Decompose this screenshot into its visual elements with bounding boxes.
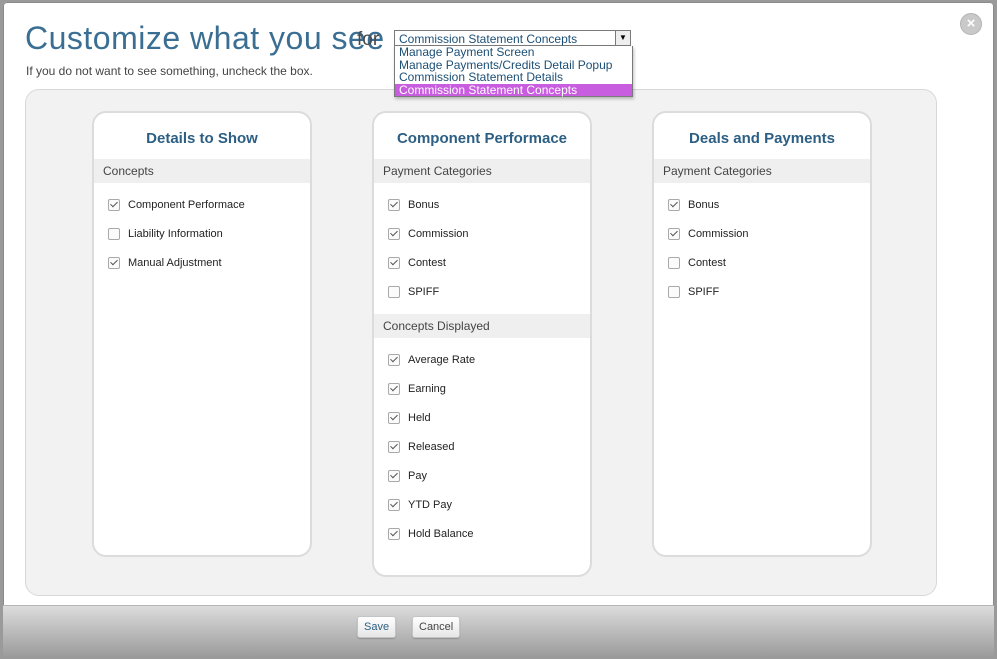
checkbox[interactable] bbox=[388, 353, 400, 366]
checkbox-label: SPIFF bbox=[688, 285, 720, 298]
checkbox-row[interactable]: Commission bbox=[654, 219, 870, 248]
checkbox-list: Average Rate Earning Held Released Pay YTD Pa… bbox=[374, 338, 590, 556]
checkbox-row[interactable]: Held bbox=[374, 403, 590, 432]
checkbox-list: Bonus Commission Contest SPIFF bbox=[654, 183, 870, 314]
view-select-dropdown: Manage Payment Screen Manage Payments/Cre… bbox=[394, 46, 633, 97]
card-component-performace: Component Performace Payment Categories Bo… bbox=[372, 111, 592, 577]
card-details-to-show: Details to Show Concepts Component Perform… bbox=[92, 111, 312, 557]
checkbox[interactable] bbox=[388, 382, 400, 395]
for-label: for bbox=[357, 29, 380, 50]
checkbox-list: Component Performace Liability Informatio… bbox=[94, 183, 310, 285]
checkbox-row[interactable]: Pay bbox=[374, 461, 590, 490]
checkbox-label: Contest bbox=[408, 256, 446, 269]
checkbox[interactable] bbox=[108, 256, 120, 269]
checkbox-row[interactable]: Bonus bbox=[654, 190, 870, 219]
checkbox-label: Commission bbox=[688, 227, 749, 240]
checkbox-row[interactable]: Bonus bbox=[374, 190, 590, 219]
checkbox-label: Contest bbox=[688, 256, 726, 269]
checkbox[interactable] bbox=[668, 227, 680, 240]
checkbox[interactable] bbox=[388, 527, 400, 540]
card-title: Component Performace bbox=[396, 130, 568, 147]
checkbox-label: Earning bbox=[408, 382, 446, 395]
cancel-button[interactable]: Cancel bbox=[412, 616, 461, 638]
dropdown-option[interactable]: Commission Statement Concepts bbox=[395, 83, 632, 96]
customize-dialog: × Customize what you see for Commission … bbox=[3, 2, 994, 656]
checkbox-row[interactable]: SPIFF bbox=[654, 277, 870, 306]
checkbox-label: Bonus bbox=[688, 198, 720, 211]
section-header: Payment Categories bbox=[374, 159, 590, 183]
dropdown-option[interactable]: Manage Payment Screen bbox=[395, 46, 632, 59]
checkbox-row[interactable]: Earning bbox=[374, 374, 590, 403]
checkbox-label: YTD Pay bbox=[408, 498, 453, 511]
checkbox[interactable] bbox=[388, 498, 400, 511]
checkbox-label: Average Rate bbox=[408, 353, 476, 366]
checkbox-row[interactable]: YTD Pay bbox=[374, 490, 590, 519]
checkbox-row[interactable]: Average Rate bbox=[374, 345, 590, 374]
checkbox-row[interactable]: Commission bbox=[374, 219, 590, 248]
close-icon[interactable]: × bbox=[960, 13, 982, 35]
checkbox-row[interactable]: Hold Balance bbox=[374, 519, 590, 548]
checkbox-row[interactable]: Liability Information bbox=[94, 219, 310, 248]
checkbox[interactable] bbox=[668, 256, 680, 269]
checkbox[interactable] bbox=[108, 198, 120, 211]
checkbox-label: Released bbox=[408, 440, 455, 453]
section-header: Concepts Displayed bbox=[374, 314, 590, 338]
checkbox-row[interactable]: Manual Adjustment bbox=[94, 248, 310, 277]
checkbox-label: Component Performace bbox=[128, 198, 245, 211]
checkbox-label: Bonus bbox=[408, 198, 440, 211]
checkbox-label: Hold Balance bbox=[408, 527, 474, 540]
checkbox-row[interactable]: Released bbox=[374, 432, 590, 461]
checkbox-row[interactable]: Contest bbox=[374, 248, 590, 277]
checkbox-row[interactable]: SPIFF bbox=[374, 277, 590, 306]
checkbox-label: SPIFF bbox=[408, 285, 440, 298]
checkbox-list: Bonus Commission Contest SPIFF bbox=[374, 183, 590, 314]
card-deals-and-payments: Deals and Payments Payment Categories Bonu… bbox=[652, 111, 872, 557]
view-select[interactable]: Commission Statement Concepts ▼ bbox=[394, 30, 631, 46]
checkbox[interactable] bbox=[668, 198, 680, 211]
checkbox-label: Pay bbox=[408, 469, 427, 482]
checkbox-label: Held bbox=[408, 411, 431, 424]
checkbox[interactable] bbox=[388, 411, 400, 424]
checkbox[interactable] bbox=[388, 285, 400, 298]
chevron-down-icon[interactable]: ▼ bbox=[615, 31, 630, 45]
checkbox[interactable] bbox=[388, 227, 400, 240]
checkbox[interactable] bbox=[108, 227, 120, 240]
dropdown-option[interactable]: Commission Statement Details bbox=[395, 71, 632, 84]
checkbox-label: Manual Adjustment bbox=[128, 256, 222, 269]
checkbox-row[interactable]: Contest bbox=[654, 248, 870, 277]
options-panel: Details to Show Concepts Component Perform… bbox=[25, 89, 937, 596]
card-title: Details to Show bbox=[146, 130, 258, 147]
checkbox[interactable] bbox=[388, 469, 400, 482]
instructions-text: If you do not want to see something, unc… bbox=[26, 64, 313, 78]
save-button[interactable]: Save bbox=[357, 616, 397, 638]
dialog-footer: Save Cancel bbox=[3, 605, 994, 656]
checkbox-row[interactable]: Component Performace bbox=[94, 190, 310, 219]
section-header: Payment Categories bbox=[654, 159, 870, 183]
section-header: Concepts bbox=[94, 159, 310, 183]
checkbox[interactable] bbox=[388, 256, 400, 269]
dialog-title: Customize what you see bbox=[25, 20, 385, 56]
checkbox-label: Commission bbox=[408, 227, 469, 240]
checkbox-label: Liability Information bbox=[128, 227, 223, 240]
checkbox[interactable] bbox=[388, 198, 400, 211]
card-title: Deals and Payments bbox=[689, 130, 835, 147]
checkbox[interactable] bbox=[668, 285, 680, 298]
checkbox[interactable] bbox=[388, 440, 400, 453]
